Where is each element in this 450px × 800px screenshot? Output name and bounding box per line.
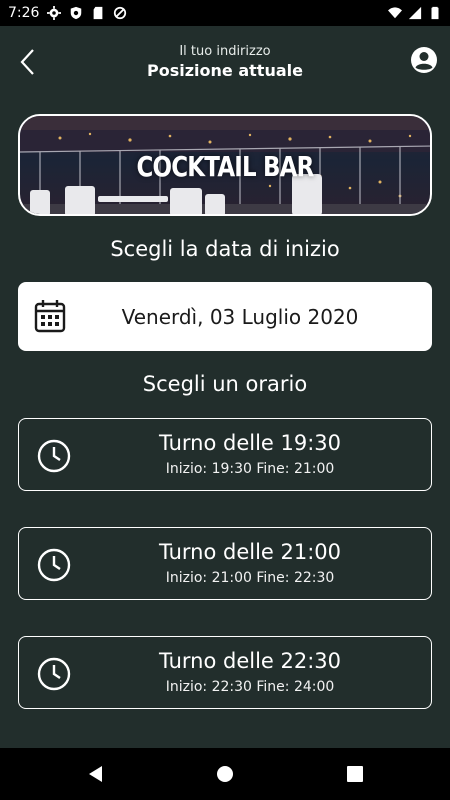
sd-card-icon [94, 6, 103, 20]
back-button[interactable] [14, 44, 42, 80]
system-nav-bar [0, 748, 450, 800]
data-saver-icon [114, 6, 127, 20]
date-section-heading: Scegli la data di inizio [110, 237, 340, 261]
address-block[interactable]: Il tuo indirizzo Posizione attuale [147, 44, 303, 80]
nav-home-icon[interactable] [215, 764, 235, 784]
calendar-icon [34, 300, 66, 333]
time-slot-title: Turno delle 21:00 [158, 540, 342, 564]
time-slot-card[interactable]: Turno delle 19:30 Inizio: 19:30 Fine: 21… [18, 418, 432, 491]
wifi-icon [388, 7, 402, 19]
shield-icon [71, 6, 82, 20]
account-icon[interactable] [410, 46, 438, 74]
banner-title: COCKTAIL BAR [136, 150, 315, 183]
settings-icon [47, 6, 62, 20]
nav-recents-icon[interactable] [345, 764, 365, 784]
time-slot-card[interactable]: Turno delle 21:00 Inizio: 21:00 Fine: 22… [18, 527, 432, 600]
signal-icon [408, 6, 422, 20]
date-picker-button[interactable]: Venerdì, 03 Luglio 2020 [18, 282, 432, 351]
time-slot-title: Turno delle 22:30 [158, 649, 342, 673]
status-time: 7:26 [8, 5, 40, 21]
address-value: Posizione attuale [147, 61, 303, 80]
time-slot-card[interactable]: Turno delle 22:30 Inizio: 22:30 Fine: 24… [18, 636, 432, 709]
nav-back-icon[interactable] [86, 764, 106, 784]
address-label: Il tuo indirizzo [179, 44, 271, 59]
time-section-heading: Scegli un orario [142, 372, 308, 396]
venue-banner: COCKTAIL BAR [18, 114, 432, 216]
status-bar: 7:26 [0, 0, 450, 26]
time-slot-detail: Inizio: 19:30 Fine: 21:00 [165, 461, 335, 477]
battery-icon [431, 6, 439, 20]
time-slot-detail: Inizio: 21:00 Fine: 22:30 [165, 570, 335, 586]
time-slot-title: Turno delle 19:30 [158, 431, 342, 455]
time-slot-detail: Inizio: 22:30 Fine: 24:00 [165, 679, 335, 695]
app-header: Il tuo indirizzo Posizione attuale [0, 26, 450, 98]
selected-date: Venerdì, 03 Luglio 2020 [121, 304, 359, 329]
chevron-left-icon [20, 49, 34, 75]
